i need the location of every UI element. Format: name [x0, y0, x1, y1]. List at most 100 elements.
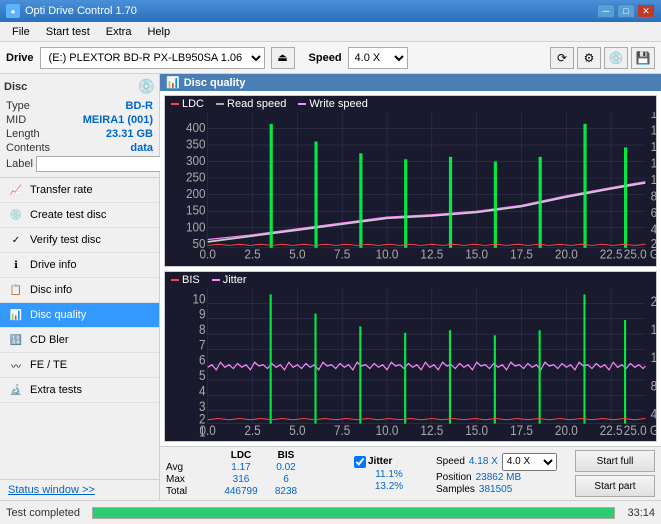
- avg-jitter-value: 11.1%: [354, 469, 424, 480]
- maximize-button[interactable]: □: [617, 4, 635, 18]
- disc-header: Disc 💿: [4, 78, 155, 95]
- status-time: 33:14: [627, 507, 655, 519]
- app-icon: ●: [6, 4, 20, 18]
- disc-contents-row: Contents data: [4, 141, 155, 155]
- menubar: File Start test Extra Help: [0, 22, 661, 42]
- svg-text:7.5: 7.5: [334, 422, 350, 438]
- speed-select[interactable]: 4.0 X: [348, 47, 408, 69]
- length-label: Length: [6, 128, 40, 140]
- nav-item-drive-info[interactable]: ℹDrive info: [0, 253, 159, 278]
- svg-text:400: 400: [186, 121, 206, 136]
- bis-color: [171, 279, 179, 281]
- settings-button[interactable]: ⚙: [577, 47, 601, 69]
- svg-text:100: 100: [186, 220, 206, 235]
- save-button[interactable]: 💾: [631, 47, 655, 69]
- stats-columns: LDC BIS Avg 1.17 0.02 Max 316 6 Total 44…: [166, 450, 346, 497]
- length-value: 23.31 GB: [106, 128, 153, 140]
- jitter-label-legend: Jitter: [223, 274, 247, 286]
- cd-bler-label: CD Bler: [30, 334, 69, 346]
- samples-value: 381505: [479, 484, 512, 495]
- ldc-color: [171, 103, 179, 105]
- quality-header: 📊 Disc quality: [160, 74, 661, 91]
- mid-value: MEIRA1 (001): [83, 114, 153, 126]
- jitter-checkbox[interactable]: [354, 456, 366, 468]
- nav-item-extra-tests[interactable]: 🔬Extra tests: [0, 378, 159, 403]
- jitter-section: Jitter 11.1% 13.2%: [354, 456, 424, 492]
- create-test-disc-icon: 💿: [8, 207, 24, 223]
- stats-max-row: Max 316 6: [166, 474, 346, 485]
- svg-text:20.0: 20.0: [555, 422, 578, 438]
- speed-label: Speed: [309, 52, 342, 64]
- titlebar-left: ● Opti Drive Control 1.70: [6, 4, 137, 18]
- start-part-button[interactable]: Start part: [575, 475, 655, 497]
- samples-label: Samples: [436, 484, 475, 495]
- drive-select[interactable]: (E:) PLEXTOR BD-R PX-LB950SA 1.06: [40, 47, 265, 69]
- ldc-chart-inner: 400 350 300 250 200 150 100 50 18X 16X 1…: [165, 112, 656, 266]
- drive-icons: ⟳ ⚙ 💿 💾: [550, 47, 655, 69]
- label-input[interactable]: [36, 156, 174, 172]
- svg-text:10.0: 10.0: [376, 422, 399, 438]
- nav-item-create-test-disc[interactable]: 💿 Create test disc: [0, 203, 159, 228]
- create-test-disc-label: Create test disc: [30, 209, 106, 221]
- nav-item-disc-info[interactable]: 📋Disc info: [0, 278, 159, 303]
- svg-text:2.5: 2.5: [244, 422, 260, 438]
- svg-text:16X: 16X: [651, 123, 656, 138]
- status-window-button[interactable]: Status window >>: [4, 484, 99, 496]
- bis-col-header: BIS: [266, 450, 306, 461]
- svg-text:7: 7: [199, 336, 206, 352]
- menu-extra[interactable]: Extra: [98, 24, 140, 40]
- disc-button[interactable]: 💿: [604, 47, 628, 69]
- stats-total-row: Total 446799 8238: [166, 486, 346, 497]
- samples-row: Samples 381505: [436, 484, 557, 495]
- eject-button[interactable]: ⏏: [271, 47, 295, 69]
- svg-text:7.5: 7.5: [334, 247, 350, 262]
- nav-item-fe-te[interactable]: 〰FE / TE: [0, 353, 159, 378]
- titlebar-buttons: ─ □ ✕: [597, 4, 655, 18]
- svg-text:4: 4: [199, 382, 206, 398]
- svg-text:20.0: 20.0: [555, 247, 578, 262]
- progress-bar-container: [92, 507, 615, 519]
- speed-stat-value: 4.18 X: [469, 456, 498, 467]
- menu-file[interactable]: File: [4, 24, 38, 40]
- max-ldc-value: 316: [216, 474, 266, 485]
- sidebar: Disc 💿 Type BD-R MID MEIRA1 (001) Length…: [0, 74, 160, 500]
- total-ldc-value: 446799: [216, 486, 266, 497]
- quality-title: Disc quality: [184, 77, 246, 89]
- nav-item-verify-test-disc[interactable]: ✓Verify test disc: [0, 228, 159, 253]
- minimize-button[interactable]: ─: [597, 4, 615, 18]
- svg-text:10X: 10X: [651, 172, 656, 187]
- fe-te-label: FE / TE: [30, 359, 67, 371]
- disc-type-row: Type BD-R: [4, 99, 155, 113]
- disc-label-row: Label ▶: [4, 155, 155, 173]
- close-button[interactable]: ✕: [637, 4, 655, 18]
- ldc-legend: LDC Read speed Write speed: [165, 96, 656, 112]
- svg-text:8%: 8%: [651, 377, 656, 393]
- avg-bis-value: 0.02: [266, 462, 306, 473]
- bis-svg: 10 9 8 7 6 5 4 3 2 1 20% 16% 12%: [165, 288, 656, 442]
- nav-item-transfer-rate[interactable]: 📈Transfer rate: [0, 178, 159, 203]
- start-full-button[interactable]: Start full: [575, 450, 655, 472]
- disc-quality-label: Disc quality: [30, 309, 86, 321]
- svg-text:12.5: 12.5: [420, 247, 443, 262]
- ldc-col-header: LDC: [216, 450, 266, 461]
- menu-help[interactable]: Help: [139, 24, 178, 40]
- speed-stat-label: Speed: [436, 456, 465, 467]
- menu-start-test[interactable]: Start test: [38, 24, 98, 40]
- svg-text:5.0: 5.0: [289, 422, 305, 438]
- svg-text:12%: 12%: [651, 349, 656, 365]
- svg-text:10: 10: [193, 290, 206, 306]
- quality-icon: 📊: [166, 76, 180, 89]
- jitter-legend-item: Jitter: [212, 274, 247, 286]
- nav-item-disc-quality[interactable]: 📊Disc quality: [0, 303, 159, 328]
- avg-row-label: Avg: [166, 462, 216, 473]
- nav-item-cd-bler[interactable]: 🔢CD Bler: [0, 328, 159, 353]
- svg-text:200: 200: [186, 187, 206, 202]
- ldc-label: LDC: [182, 98, 204, 110]
- svg-text:15.0: 15.0: [465, 247, 488, 262]
- svg-text:14X: 14X: [651, 139, 656, 154]
- max-bis-value: 6: [266, 474, 306, 485]
- svg-text:8: 8: [199, 321, 206, 337]
- speed-target-select[interactable]: 4.0 X: [502, 453, 557, 471]
- svg-text:25.0 GB: 25.0 GB: [624, 247, 656, 262]
- refresh-button[interactable]: ⟳: [550, 47, 574, 69]
